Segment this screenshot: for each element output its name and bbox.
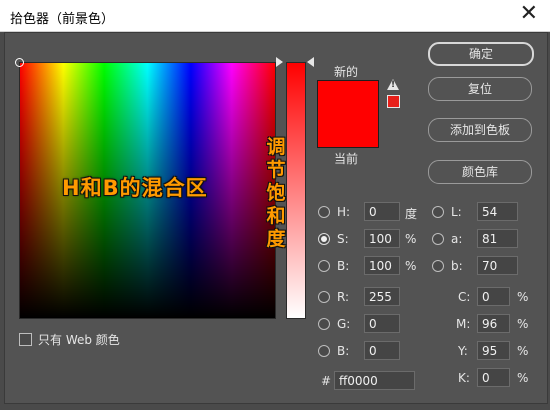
slider-annotation-label: 调节饱和度 xyxy=(266,136,286,250)
close-icon[interactable]: ✕ xyxy=(520,3,538,25)
input-c[interactable]: 0 xyxy=(477,287,510,306)
hex-label: # xyxy=(321,374,332,388)
label-c: C: xyxy=(458,290,471,304)
input-m[interactable]: 96 xyxy=(477,314,510,333)
unit-k: % xyxy=(517,371,529,385)
title-bar: 拾色器（前景色） ✕ xyxy=(0,0,550,32)
new-current-color-swatch[interactable] xyxy=(317,80,379,148)
label-a: a: xyxy=(451,232,463,246)
radio-g[interactable] xyxy=(318,318,330,330)
current-color-label: 当前 xyxy=(334,152,359,166)
add-to-swatches-button[interactable]: 添加到色板 xyxy=(428,118,532,142)
gamut-warning-icon[interactable]: ! xyxy=(387,79,399,90)
input-b-hsb[interactable]: 100 xyxy=(364,256,400,275)
input-b-rgb[interactable]: 0 xyxy=(364,341,400,360)
web-only-checkbox[interactable] xyxy=(19,333,32,346)
input-g[interactable]: 0 xyxy=(364,314,400,333)
radio-b-hsb[interactable] xyxy=(318,260,330,272)
new-color-label: 新的 xyxy=(334,65,359,79)
radio-h[interactable] xyxy=(318,206,330,218)
label-h: H: xyxy=(337,205,351,219)
input-b-lab[interactable]: 70 xyxy=(477,256,518,275)
input-y[interactable]: 95 xyxy=(477,341,510,360)
unit-c: % xyxy=(517,290,529,304)
window-title: 拾色器（前景色） xyxy=(10,12,115,27)
reset-button[interactable]: 复位 xyxy=(428,77,532,101)
label-l: L: xyxy=(451,205,462,219)
radio-b-rgb[interactable] xyxy=(318,345,330,357)
radio-s[interactable] xyxy=(318,233,330,245)
label-b-hsb: B: xyxy=(337,259,350,273)
unit-h: 度 xyxy=(405,207,418,221)
field-annotation-label: H和B的混合区 xyxy=(62,176,208,200)
unit-s: % xyxy=(405,232,417,246)
hex-input[interactable]: ff0000 xyxy=(334,371,415,390)
label-b-lab: b: xyxy=(451,259,463,273)
input-r[interactable]: 255 xyxy=(364,287,400,306)
radio-b-lab[interactable] xyxy=(432,260,444,272)
input-k[interactable]: 0 xyxy=(477,368,510,387)
slider-handle-right-icon[interactable] xyxy=(307,57,314,67)
label-s: S: xyxy=(337,232,349,246)
label-m: M: xyxy=(456,317,471,331)
saturation-slider[interactable] xyxy=(286,62,306,319)
ok-button[interactable]: 确定 xyxy=(428,42,534,66)
label-b-rgb: B: xyxy=(337,344,350,358)
unit-b-hsb: % xyxy=(405,259,417,273)
slider-handle-left-icon[interactable] xyxy=(276,57,283,67)
label-k: K: xyxy=(458,371,470,385)
color-libraries-button[interactable]: 颜色库 xyxy=(428,160,532,184)
input-l[interactable]: 54 xyxy=(477,202,518,221)
label-r: R: xyxy=(337,290,350,304)
web-only-label: 只有 Web 颜色 xyxy=(38,333,120,347)
unit-y: % xyxy=(517,344,529,358)
label-g: G: xyxy=(337,317,351,331)
label-y: Y: xyxy=(458,344,468,358)
input-a[interactable]: 81 xyxy=(477,229,518,248)
input-s[interactable]: 100 xyxy=(364,229,400,248)
unit-m: % xyxy=(517,317,529,331)
color-field-cursor[interactable] xyxy=(15,58,24,67)
radio-a[interactable] xyxy=(432,233,444,245)
input-h[interactable]: 0 xyxy=(364,202,400,221)
gamut-correction-swatch[interactable] xyxy=(387,95,400,108)
radio-r[interactable] xyxy=(318,291,330,303)
radio-l[interactable] xyxy=(432,206,444,218)
